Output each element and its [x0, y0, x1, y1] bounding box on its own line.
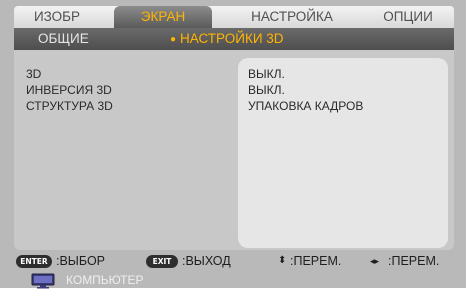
setting-3d-invert-value[interactable]: ВЫКЛ.	[248, 82, 363, 98]
settings-labels: 3D ИНВЕРСИЯ 3D СТРУКТУРА 3D	[26, 66, 113, 114]
tab-setup[interactable]: НАСТРОЙКА	[240, 6, 344, 28]
subtab-general[interactable]: ОБЩИЕ	[38, 28, 89, 50]
up-down-arrows-icon: ⬍	[278, 255, 287, 266]
tab-display[interactable]: ЭКРАН	[114, 6, 212, 28]
left-right-arrows-icon: ◂▸	[370, 256, 380, 266]
setting-3d-format[interactable]: СТРУКТУРА 3D	[26, 98, 113, 114]
updown-help-text: :ПЕРЕМ.	[290, 254, 342, 268]
tab-image[interactable]: ИЗОБР	[22, 6, 92, 28]
main-tab-bar: ИЗОБР ЭКРАН НАСТРОЙКА ОПЦИИ	[14, 6, 454, 28]
input-source-label: КОМПЬЮТЕР	[66, 273, 144, 287]
help-bar: ENTER :ВЫБОР EXIT :ВЫХОД ⬍ :ПЕРЕМ. ◂▸ :П…	[14, 252, 454, 270]
settings-values-box: ВЫКЛ. ВЫКЛ. УПАКОВКА КАДРОВ	[238, 58, 448, 248]
setting-3d-invert[interactable]: ИНВЕРСИЯ 3D	[26, 82, 113, 98]
projector-osd-menu: ИЗОБР ЭКРАН НАСТРОЙКА ОПЦИИ ОБЩИЕ ● НАСТР…	[0, 0, 466, 289]
subtab-3d-settings[interactable]: ● НАСТРОЙКИ 3D	[170, 28, 284, 50]
subtab-general-label: ОБЩИЕ	[38, 31, 89, 46]
leftright-help-text: :ПЕРЕМ.	[388, 254, 440, 268]
tab-options[interactable]: ОПЦИИ	[368, 6, 448, 28]
exit-key-icon: EXIT	[146, 255, 178, 268]
setting-3d-format-value[interactable]: УПАКОВКА КАДРОВ	[248, 98, 363, 114]
tab-display-label: ЭКРАН	[140, 9, 186, 24]
tab-setup-label: НАСТРОЙКА	[251, 9, 333, 24]
tab-image-label: ИЗОБР	[33, 9, 81, 24]
setting-3d-value[interactable]: ВЫКЛ.	[248, 66, 363, 82]
selected-bullet-icon: ●	[170, 34, 177, 45]
subtab-3d-settings-label: НАСТРОЙКИ 3D	[180, 31, 284, 46]
settings-panel: 3D ИНВЕРСИЯ 3D СТРУКТУРА 3D ВЫКЛ. ВЫКЛ. …	[14, 50, 454, 250]
enter-key-icon: ENTER	[16, 255, 52, 268]
enter-help-text: :ВЫБОР	[56, 254, 105, 268]
source-footer: КОМПЬЮТЕР	[14, 272, 454, 289]
exit-help-text: :ВЫХОД	[182, 254, 231, 268]
setting-3d[interactable]: 3D	[26, 66, 113, 82]
tab-options-label: ОПЦИИ	[383, 9, 433, 24]
computer-monitor-icon	[31, 273, 55, 289]
sub-tab-bar: ОБЩИЕ ● НАСТРОЙКИ 3D	[14, 28, 454, 50]
